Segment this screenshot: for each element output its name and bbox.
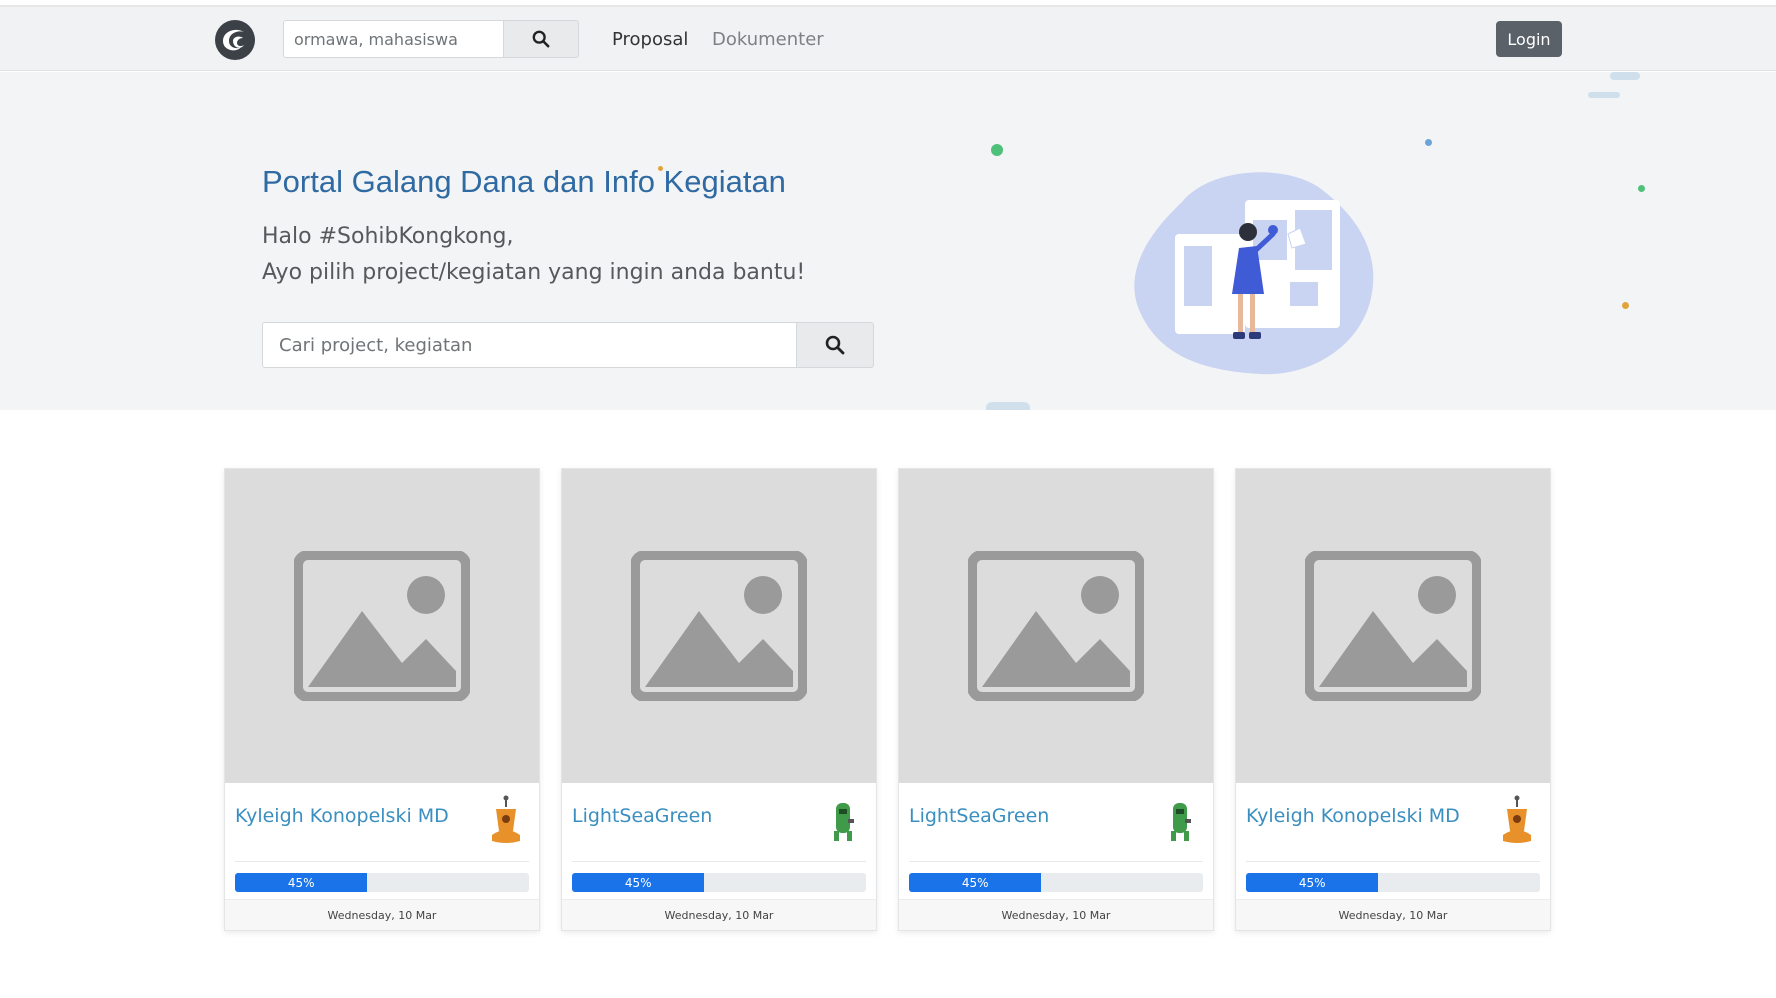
robot-avatar-icon [826, 795, 860, 845]
card-title[interactable]: LightSeaGreen [909, 805, 1049, 827]
navbar: Proposal Dokumenter Login [0, 7, 1776, 71]
progress-bar: 45% [572, 873, 705, 892]
nav-search-button[interactable] [503, 20, 579, 58]
progress-track: 45% [235, 873, 529, 892]
logo-icon[interactable] [214, 19, 256, 61]
hero-search [262, 322, 874, 368]
progress-bar: 45% [1246, 873, 1379, 892]
robot-avatar-icon [1163, 795, 1197, 845]
image-placeholder-icon [225, 469, 539, 783]
card-divider [909, 861, 1203, 862]
decor-dot [1425, 139, 1432, 146]
card-title[interactable]: Kyleigh Konopelski MD [1246, 805, 1460, 827]
project-card[interactable]: LightSeaGreen 45% Wednesday, 10 Mar [561, 468, 877, 931]
decor-dot [1638, 185, 1645, 192]
decor-dot [991, 144, 1003, 156]
card-divider [235, 861, 529, 862]
hero-search-input[interactable] [262, 322, 796, 368]
project-card[interactable]: LightSeaGreen 45% Wednesday, 10 Mar [898, 468, 1214, 931]
decor-cloud [986, 402, 1030, 410]
hero-illustration [1120, 162, 1390, 382]
decor-dot [658, 166, 663, 171]
search-icon [825, 335, 845, 355]
hero-subtitle: Ayo pilih project/kegiatan yang ingin an… [262, 260, 806, 285]
search-icon [532, 30, 550, 48]
project-card[interactable]: Kyleigh Konopelski MD 45% Wednesday, 10 … [1235, 468, 1551, 931]
hero-search-button[interactable] [796, 322, 874, 368]
nav-link-proposal[interactable]: Proposal [612, 29, 688, 50]
login-button[interactable]: Login [1496, 21, 1562, 57]
hero-title: Portal Galang Dana dan Info Kegiatan [262, 164, 786, 199]
top-border [0, 0, 1776, 7]
nav-link-dokumenter[interactable]: Dokumenter [712, 29, 824, 50]
hero-greeting: Halo #SohibKongkong, [262, 224, 514, 249]
card-date: Wednesday, 10 Mar [225, 899, 539, 930]
card-title[interactable]: LightSeaGreen [572, 805, 712, 827]
progress-track: 45% [572, 873, 866, 892]
nav-search [283, 20, 579, 58]
progress-track: 45% [1246, 873, 1540, 892]
nav-search-input[interactable] [283, 20, 503, 58]
decor-dot [1622, 302, 1629, 309]
image-placeholder-icon [899, 469, 1213, 783]
project-card[interactable]: Kyleigh Konopelski MD 45% Wednesday, 10 … [224, 468, 540, 931]
card-date: Wednesday, 10 Mar [899, 899, 1213, 930]
image-placeholder-icon [562, 469, 876, 783]
progress-track: 45% [909, 873, 1203, 892]
robot-avatar-icon [489, 795, 523, 845]
decor-cloud [1610, 72, 1640, 80]
card-date: Wednesday, 10 Mar [562, 899, 876, 930]
decor-cloud [1588, 92, 1620, 98]
hero-section: Portal Galang Dana dan Info Kegiatan Hal… [0, 72, 1776, 410]
robot-avatar-icon [1500, 795, 1534, 845]
card-title[interactable]: Kyleigh Konopelski MD [235, 805, 449, 827]
card-divider [572, 861, 866, 862]
progress-bar: 45% [909, 873, 1042, 892]
card-date: Wednesday, 10 Mar [1236, 899, 1550, 930]
progress-bar: 45% [235, 873, 368, 892]
card-divider [1246, 861, 1540, 862]
image-placeholder-icon [1236, 469, 1550, 783]
